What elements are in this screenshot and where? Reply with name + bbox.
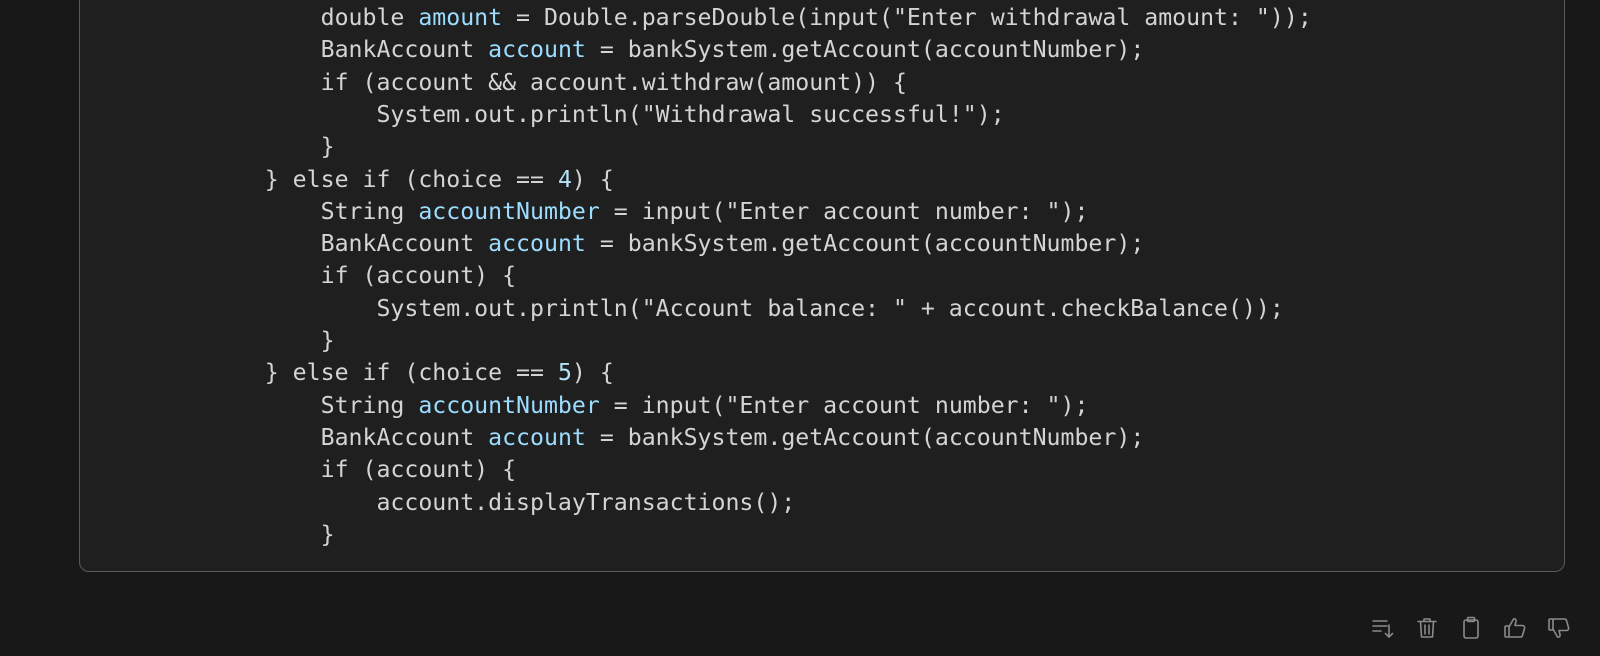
code-line: BankAccount account = bankSystem.getAcco… <box>79 421 1145 454</box>
code-text: String <box>79 391 419 419</box>
thumbs-down-button[interactable] <box>1542 614 1576 642</box>
code-text: ) { <box>571 359 614 387</box>
code-variable: account <box>488 423 586 451</box>
code-variable: account <box>488 230 586 258</box>
code-text: ) { <box>571 165 614 193</box>
thumbs-down-icon <box>1548 618 1570 638</box>
code-line: } <box>80 324 335 357</box>
trash-icon <box>1417 618 1437 638</box>
code-line: } <box>80 130 335 163</box>
code-text: BankAccount <box>79 36 489 64</box>
code-line: double amount = Double.parseDouble(input… <box>79 1 1312 34</box>
code-text: = input("Enter account number: "); <box>599 391 1089 419</box>
code-text: double <box>79 4 419 31</box>
code-number: 5 <box>557 359 572 387</box>
code-line: BankAccount account = bankSystem.getAcco… <box>79 33 1145 66</box>
code-line: } <box>80 518 335 551</box>
code-text: } <box>320 133 335 161</box>
code-text: = bankSystem.getAccount(accountNumber); <box>585 36 1145 64</box>
code-line: String accountNumber = input("Enter acco… <box>79 389 1089 422</box>
code-text: = input("Enter account number: "); <box>599 197 1089 225</box>
code-line: BankAccount account = bankSystem.getAcco… <box>79 227 1145 260</box>
code-line: if (account) { <box>79 453 517 486</box>
code-line: String accountNumber = input("Enter acco… <box>79 195 1089 228</box>
code-text: } else if (choice == <box>79 165 558 193</box>
code-text: } <box>320 520 335 548</box>
code-text: = bankSystem.getAccount(accountNumber); <box>585 423 1145 451</box>
code-line: System.out.println("Account balance: " +… <box>79 292 1284 325</box>
code-text: if (account && account.withdraw(amount))… <box>79 68 907 96</box>
delete-button[interactable] <box>1410 614 1444 642</box>
code-text: BankAccount <box>79 423 489 451</box>
code-text: System.out.println("Account balance: " +… <box>79 294 1284 322</box>
insert-below-icon <box>1372 620 1394 638</box>
code-text: BankAccount <box>79 230 489 258</box>
code-line: System.out.println("Withdrawal successfu… <box>79 98 1005 131</box>
message-toolbar <box>1366 614 1576 642</box>
insert-below-button[interactable] <box>1366 614 1400 642</box>
code-text: } <box>320 327 335 354</box>
thumbs-up-icon <box>1504 618 1526 638</box>
code-text: if (account) { <box>79 456 517 484</box>
copy-button[interactable] <box>1454 614 1488 642</box>
code-line: } else if (choice == 4) { <box>79 163 614 196</box>
code-variable: account <box>488 36 586 64</box>
clipboard-icon <box>1463 616 1479 639</box>
code-line: } else if (choice == 5) { <box>79 356 614 389</box>
code-block: double amount = Double.parseDouble(input… <box>79 0 1565 572</box>
code-line: if (account && account.withdraw(amount))… <box>79 66 907 99</box>
code-text: String <box>79 197 419 225</box>
code-text: if (account) { <box>79 262 517 290</box>
thumbs-up-button[interactable] <box>1498 614 1532 642</box>
code-text: = bankSystem.getAccount(accountNumber); <box>585 230 1145 258</box>
code-number: 4 <box>557 165 572 193</box>
code-line: if (account) { <box>79 259 517 292</box>
code-text: account.displayTransactions(); <box>79 488 796 516</box>
code-line: account.displayTransactions(); <box>79 486 796 519</box>
code-variable: amount <box>418 4 503 31</box>
code-variable: accountNumber <box>418 391 600 419</box>
code-text: System.out.println("Withdrawal successfu… <box>79 100 1005 128</box>
code-variable: accountNumber <box>418 197 600 225</box>
code-text: = Double.parseDouble(input("Enter withdr… <box>502 4 1312 31</box>
code-text: } else if (choice == <box>79 359 558 387</box>
